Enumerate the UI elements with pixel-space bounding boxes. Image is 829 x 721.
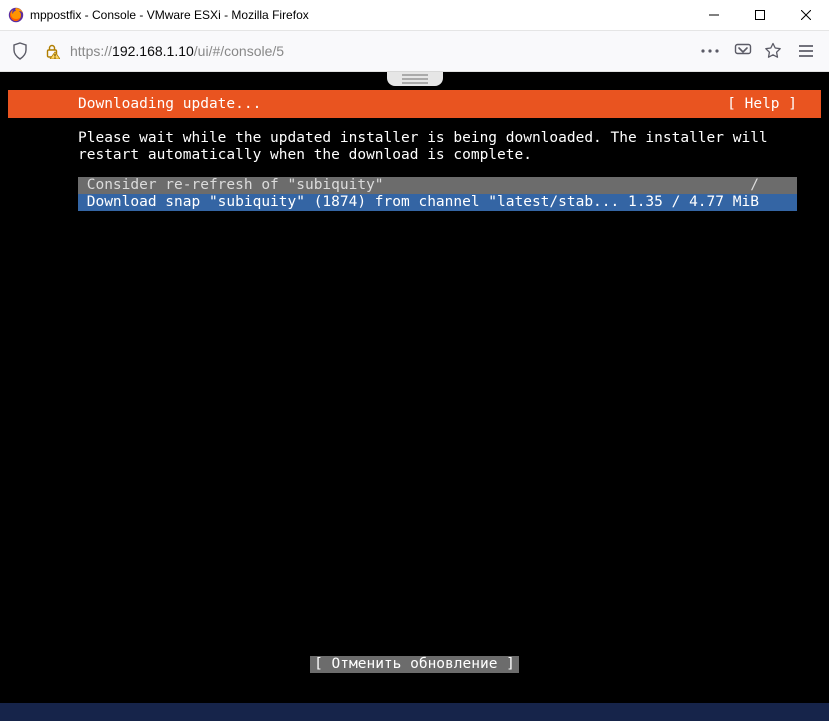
console-footer-strip	[0, 703, 829, 721]
url-input[interactable]: https://192.168.1.10/ui/#/console/5	[70, 43, 689, 59]
url-bar: https://192.168.1.10/ui/#/console/5	[0, 31, 829, 72]
window-titlebar: mppostfix - Console - VMware ESXi - Mozi…	[0, 0, 829, 31]
tracking-protection-icon[interactable]	[6, 37, 34, 65]
installer-header: Downloading update... [ Help ]	[8, 90, 821, 118]
minimize-button[interactable]	[691, 0, 737, 30]
log-line: Consider re-refresh of "subiquity" /	[78, 177, 797, 194]
url-host: 192.168.1.10	[112, 43, 194, 59]
installer-body-text: Please wait while the updated installer …	[8, 118, 821, 163]
lock-warning-icon[interactable]	[38, 37, 66, 65]
window-title: mppostfix - Console - VMware ESXi - Mozi…	[30, 8, 309, 22]
download-log: Consider re-refresh of "subiquity" / Dow…	[78, 177, 797, 211]
url-path: /ui/#/console/5	[194, 43, 284, 59]
menu-button[interactable]	[789, 37, 823, 65]
log-line-active: Download snap "subiquity" (1874) from ch…	[78, 194, 797, 211]
help-button[interactable]: [ Help ]	[727, 96, 797, 112]
cancel-update-button[interactable]: [ Отменить обновление ]	[310, 656, 519, 673]
header-title: Downloading update...	[78, 96, 727, 112]
url-scheme: https://	[70, 43, 112, 59]
firefox-icon	[8, 7, 24, 23]
reader-pocket-icon[interactable]	[729, 37, 757, 65]
console-drag-handle[interactable]	[387, 72, 443, 86]
maximize-button[interactable]	[737, 0, 783, 30]
page-actions-icon[interactable]	[693, 37, 727, 65]
close-button[interactable]	[783, 0, 829, 30]
bookmark-star-icon[interactable]	[759, 37, 787, 65]
console-viewport[interactable]: Downloading update... [ Help ] Please wa…	[0, 72, 829, 721]
